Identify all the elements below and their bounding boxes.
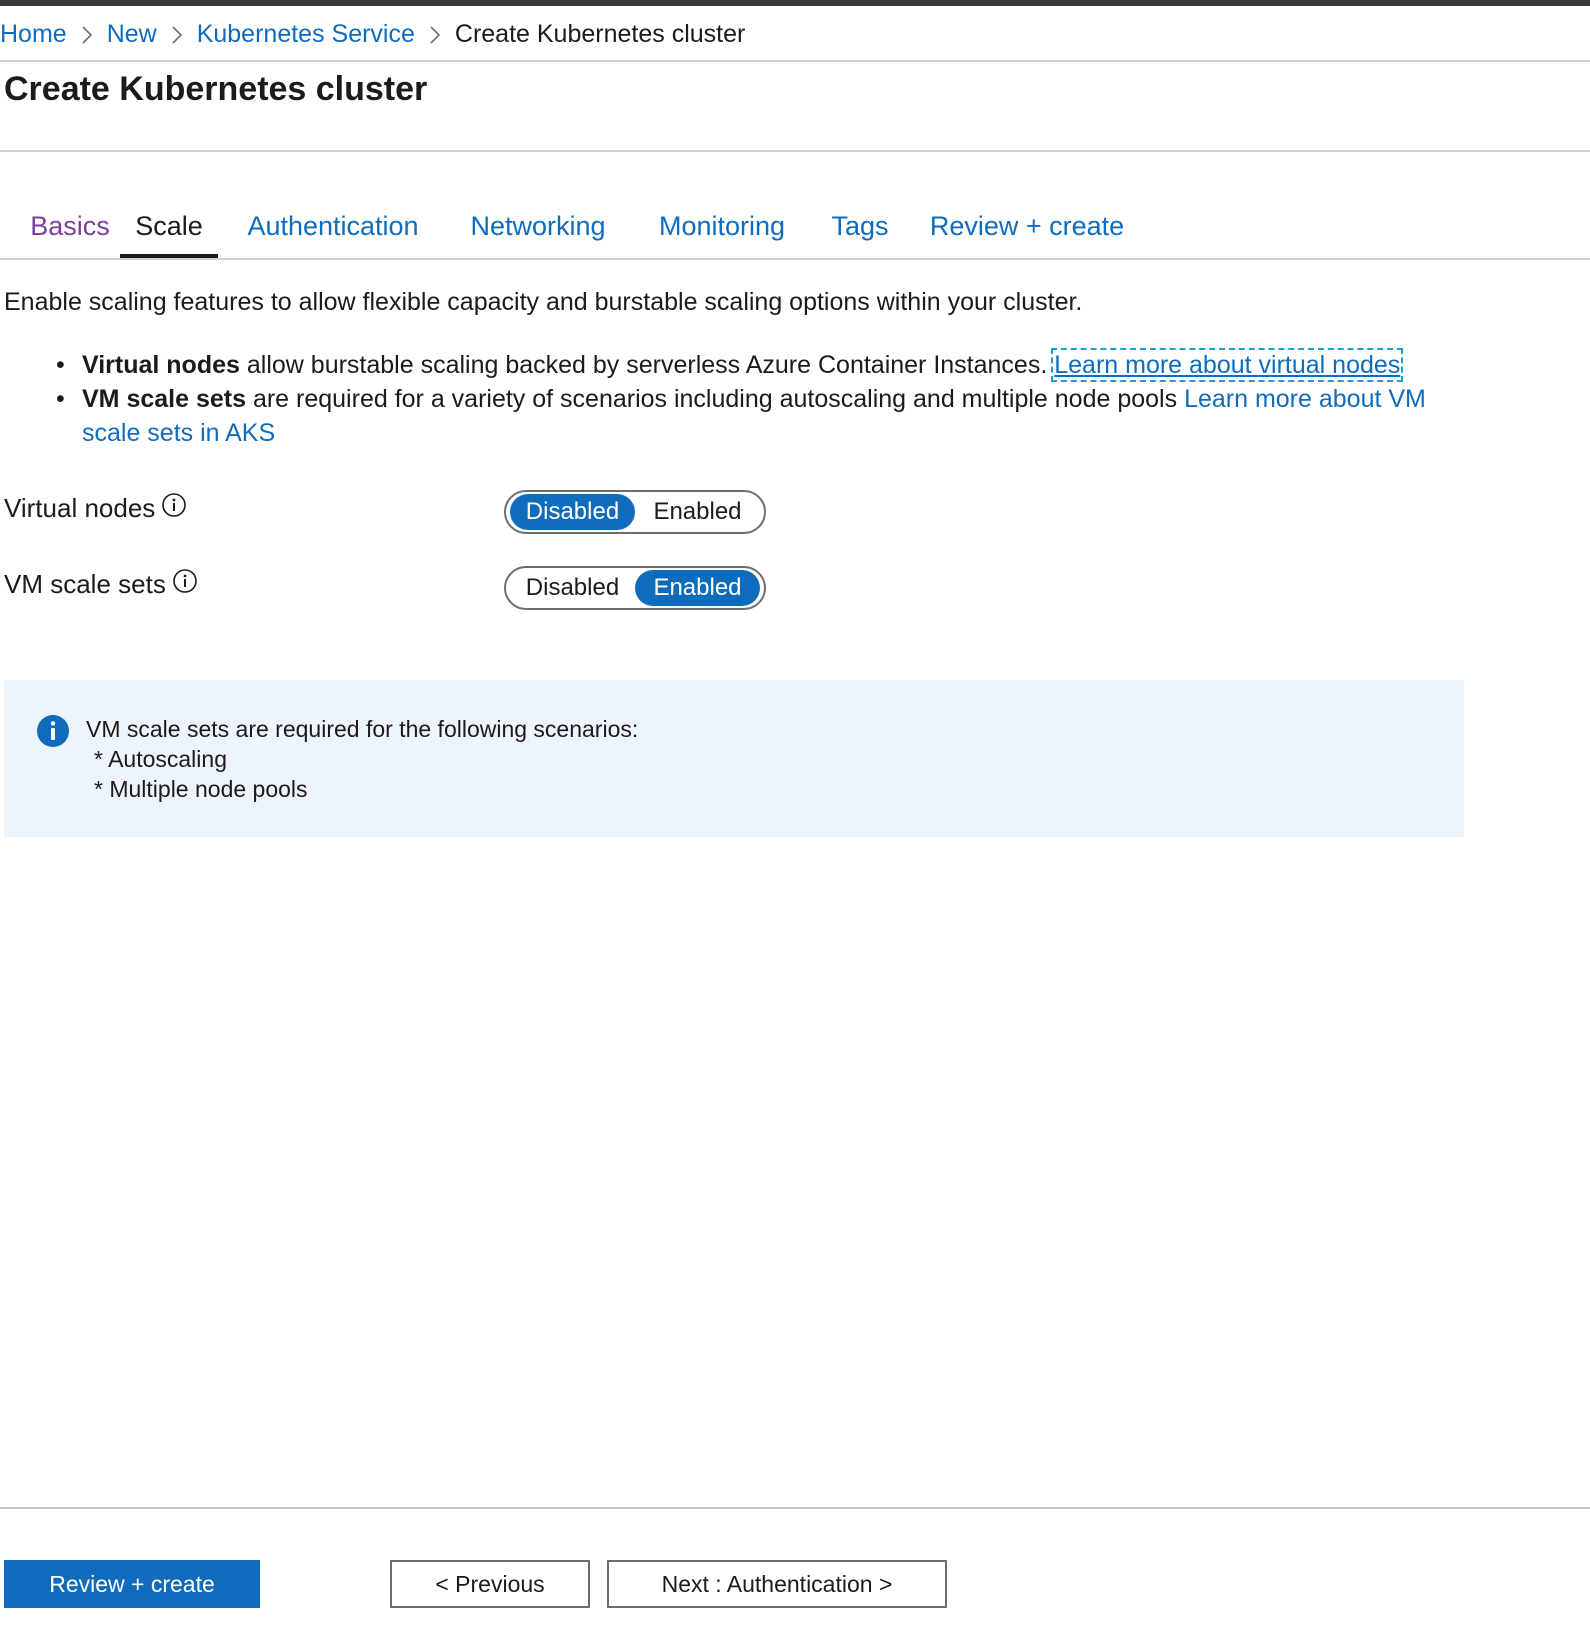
top-bar [0, 0, 1590, 6]
virtual-nodes-enabled-option[interactable]: Enabled [635, 494, 760, 530]
tab-bar-divider [0, 258, 1590, 260]
tab-basics[interactable]: Basics [20, 196, 120, 258]
tab-networking[interactable]: Networking [464, 196, 612, 258]
page-title: Create Kubernetes cluster [4, 70, 428, 108]
vm-scale-sets-field-label: VM scale sets [4, 568, 198, 601]
virtual-nodes-field-label: Virtual nodes [4, 492, 187, 525]
info-filled-icon [36, 714, 70, 753]
breadcrumb: Home New Kubernetes Service Create Kuber… [0, 10, 1590, 58]
list-item-vm-scale-sets: VM scale sets are required for a variety… [50, 382, 1450, 450]
next-authentication-button[interactable]: Next : Authentication > [607, 1560, 947, 1608]
chevron-right-icon [415, 20, 455, 49]
virtual-nodes-term: Virtual nodes [82, 351, 240, 379]
tab-authentication[interactable]: Authentication [240, 196, 426, 258]
vm-scale-sets-toggle: Disabled Enabled [504, 566, 766, 610]
intro-text: Enable scaling features to allow flexibl… [4, 288, 1083, 316]
breadcrumb-kubernetes-service[interactable]: Kubernetes Service [197, 20, 415, 49]
breadcrumb-new[interactable]: New [107, 20, 157, 49]
breadcrumb-divider [0, 60, 1590, 62]
info-banner: VM scale sets are required for the follo… [4, 680, 1464, 837]
vm-scale-sets-label: VM scale sets [4, 569, 166, 599]
tab-tags[interactable]: Tags [828, 196, 892, 258]
info-banner-line: * Autoscaling [94, 746, 227, 772]
info-banner-line: VM scale sets are required for the follo… [86, 716, 639, 742]
breadcrumb-home[interactable]: Home [0, 20, 67, 49]
previous-button[interactable]: < Previous [390, 1560, 590, 1608]
vm-scale-sets-description: are required for a variety of scenarios … [246, 385, 1185, 413]
tab-monitoring[interactable]: Monitoring [650, 196, 794, 258]
tab-review-create[interactable]: Review + create [926, 196, 1128, 258]
vm-scale-sets-disabled-option[interactable]: Disabled [510, 570, 635, 606]
list-item-virtual-nodes: Virtual nodes allow burstable scaling ba… [50, 348, 1450, 382]
breadcrumb-current: Create Kubernetes cluster [454, 19, 746, 48]
tab-scale[interactable]: Scale [120, 196, 218, 258]
virtual-nodes-label: Virtual nodes [4, 493, 156, 523]
virtual-nodes-toggle: Disabled Enabled [504, 490, 766, 534]
header-divider [0, 150, 1590, 152]
vm-scale-sets-term: VM scale sets [82, 385, 246, 413]
learn-more-virtual-nodes-link[interactable]: Learn more about virtual nodes [1051, 348, 1404, 382]
chevron-right-icon [157, 20, 197, 49]
info-banner-line: * Multiple node pools [94, 776, 308, 802]
footer-divider [0, 1507, 1590, 1509]
vm-scale-sets-enabled-option[interactable]: Enabled [635, 570, 760, 606]
tab-bar: Basics Scale Authentication Networking M… [0, 196, 1590, 260]
virtual-nodes-disabled-option[interactable]: Disabled [510, 494, 635, 530]
info-icon[interactable] [172, 568, 198, 601]
review-create-button[interactable]: Review + create [4, 1560, 260, 1608]
info-banner-message: VM scale sets are required for the follo… [86, 714, 638, 804]
info-icon[interactable] [161, 492, 187, 525]
chevron-right-icon [67, 20, 107, 49]
virtual-nodes-description: allow burstable scaling backed by server… [239, 351, 1055, 379]
feature-list: Virtual nodes allow burstable scaling ba… [50, 348, 1450, 450]
